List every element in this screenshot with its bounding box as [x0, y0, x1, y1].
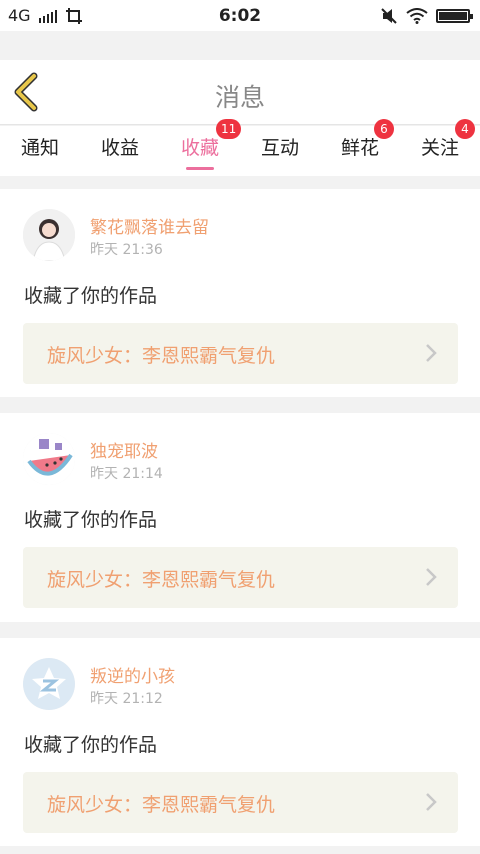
- wifi-icon: [406, 7, 428, 24]
- chevron-right-icon: [426, 344, 437, 362]
- watermelon-icon: [23, 433, 75, 485]
- avatar[interactable]: [23, 658, 75, 710]
- tab-badge: 11: [216, 119, 242, 139]
- message-card: 独宠耶波 昨天 21:14 收藏了你的作品 旋风少女：李恩熙霸气复仇: [0, 413, 480, 622]
- battery-icon: [436, 8, 473, 23]
- tab-label: 关注: [420, 137, 459, 159]
- timestamp: 昨天 21:12: [90, 691, 163, 707]
- tab-interactions[interactable]: 互动: [240, 126, 320, 176]
- active-tab-indicator: [186, 167, 214, 170]
- tab-label: 互动: [260, 137, 299, 159]
- header: 消息: [0, 60, 480, 125]
- tab-label: 收益: [100, 137, 139, 159]
- timestamp: 昨天 21:36: [90, 242, 163, 258]
- tab-notifications[interactable]: 通知: [0, 126, 80, 176]
- message-card: 繁花飘落谁去留 昨天 21:36 收藏了你的作品 旋风少女：李恩熙霸气复仇: [0, 189, 480, 397]
- tab-flowers[interactable]: 鲜花 6: [320, 119, 400, 176]
- tab-badge: 4: [455, 119, 475, 139]
- action-text: 收藏了你的作品: [24, 285, 158, 307]
- action-text: 收藏了你的作品: [24, 509, 158, 531]
- battery-level: [439, 11, 467, 20]
- signal-icon: [38, 9, 57, 23]
- work-link[interactable]: 旋风少女：李恩熙霸气复仇: [23, 772, 458, 833]
- work-title: 旋风少女：李恩熙霸气复仇: [47, 569, 276, 591]
- network-label: 4G: [8, 6, 31, 25]
- username[interactable]: 独宠耶波: [90, 437, 158, 462]
- work-link[interactable]: 旋风少女：李恩熙霸气复仇: [23, 323, 458, 384]
- tab-label: 通知: [20, 137, 59, 159]
- avatar[interactable]: [23, 433, 75, 485]
- status-bar: 4G 6:02: [0, 0, 480, 31]
- work-title: 旋风少女：李恩熙霸气复仇: [47, 345, 276, 367]
- tab-label: 鲜花: [340, 137, 379, 159]
- default-avatar-icon: [23, 658, 75, 710]
- work-link[interactable]: 旋风少女：李恩熙霸气复仇: [23, 547, 458, 608]
- tab-earnings[interactable]: 收益: [80, 126, 160, 176]
- avatar[interactable]: [23, 209, 75, 261]
- work-title: 旋风少女：李恩熙霸气复仇: [47, 794, 276, 816]
- chevron-right-icon: [426, 793, 437, 811]
- username[interactable]: 繁花飘落谁去留: [90, 213, 209, 238]
- page-title: 消息: [214, 83, 265, 112]
- user-photo-icon: [23, 209, 75, 261]
- screenshot-icon: [65, 7, 82, 24]
- tab-label: 收藏: [180, 137, 219, 159]
- tab-favorites[interactable]: 收藏 11: [160, 119, 242, 176]
- tab-badge: 6: [374, 119, 394, 139]
- action-text: 收藏了你的作品: [24, 734, 158, 756]
- tab-bar: 通知 收益 收藏 11 互动 鲜花 6 关注 4: [0, 119, 480, 176]
- chevron-right-icon: [426, 568, 437, 586]
- username[interactable]: 叛逆的小孩: [90, 662, 175, 687]
- no-sound-icon: [381, 7, 397, 24]
- message-card: 叛逆的小孩 昨天 21:12 收藏了你的作品 旋风少女：李恩熙霸气复仇: [0, 638, 480, 846]
- tab-follows[interactable]: 关注 4: [400, 119, 480, 176]
- timestamp: 昨天 21:14: [90, 466, 163, 482]
